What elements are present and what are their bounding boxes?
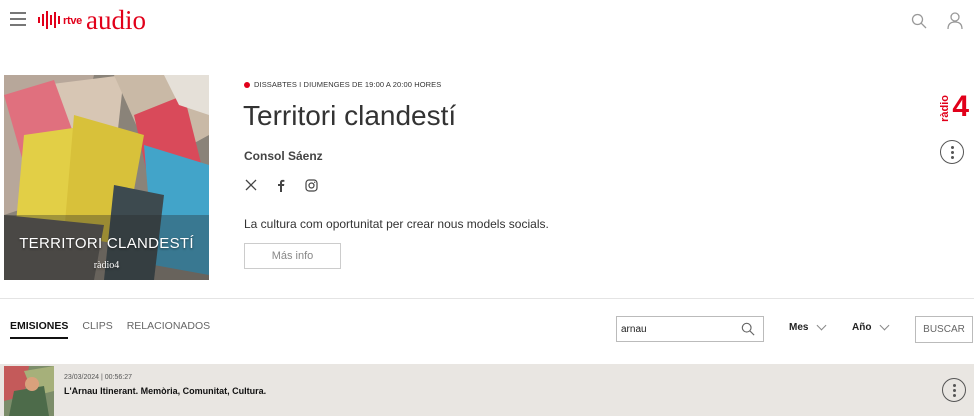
chevron-down-icon <box>880 320 890 331</box>
logo-audio-text: audio <box>85 4 146 35</box>
content-tabs: EMISIONES CLIPS RELACIONADOS <box>10 320 210 339</box>
month-select[interactable]: Mes <box>789 320 827 333</box>
hamburger-menu-icon[interactable] <box>10 12 26 26</box>
logo-bars-icon <box>38 11 60 29</box>
episode-meta: 23/03/2024 | 00:56:27 <box>64 374 132 381</box>
social-links <box>244 178 318 192</box>
episode-thumbnail <box>4 366 54 416</box>
more-options-icon[interactable] <box>940 140 964 164</box>
instagram-icon[interactable] <box>304 178 318 192</box>
search-icon[interactable] <box>908 10 930 32</box>
top-bar: rtve audio <box>0 0 974 44</box>
user-icon[interactable] <box>944 10 966 32</box>
tab-clips[interactable]: CLIPS <box>82 320 112 339</box>
search-button[interactable]: BUSCAR <box>915 316 973 343</box>
radio4-number: 4 <box>952 90 969 123</box>
x-icon[interactable] <box>244 178 258 192</box>
program-title: Territori clandestí <box>243 100 457 131</box>
tab-emisiones[interactable]: EMISIONES <box>10 320 69 339</box>
episode-title[interactable]: L'Arnau Itinerant. Memòria, Comunitat, C… <box>64 386 266 396</box>
search-icon[interactable] <box>737 318 759 340</box>
program-schedule: DISSABTES I DIUMENGES DE 19:00 A 20:00 H… <box>244 80 441 89</box>
year-select[interactable]: Año <box>852 320 890 333</box>
episode-row[interactable]: 23/03/2024 | 00:56:27 L'Arnau Itinerant.… <box>0 364 974 416</box>
program-cover-image: TERRITORI CLANDESTÍ ràdio4 <box>4 75 209 280</box>
schedule-text: DISSABTES I DIUMENGES DE 19:00 A 20:00 H… <box>254 80 442 89</box>
section-divider <box>0 298 974 299</box>
radio4-word: ràdio <box>939 95 952 122</box>
cover-title: TERRITORI CLANDESTÍ <box>19 235 194 252</box>
rtve-audio-logo[interactable]: rtve audio <box>38 6 146 34</box>
year-select-label: Año <box>852 322 872 333</box>
facebook-icon[interactable] <box>274 178 288 192</box>
episode-search-input[interactable] <box>617 318 737 340</box>
chevron-down-icon <box>817 320 827 331</box>
radio4-logo[interactable]: ràdio 4 <box>939 80 969 123</box>
program-description: La cultura com oportunitat per crear nou… <box>244 217 549 231</box>
episode-search-box <box>616 316 764 342</box>
more-info-button[interactable]: Más info <box>244 243 341 269</box>
live-dot-icon <box>244 81 250 88</box>
tab-relacionados[interactable]: RELACIONADOS <box>127 320 210 339</box>
more-options-icon[interactable] <box>942 378 966 402</box>
program-host[interactable]: Consol Sáenz <box>244 149 323 163</box>
month-select-label: Mes <box>789 322 809 333</box>
logo-rtve-text: rtve <box>63 15 82 27</box>
cover-subtitle: ràdio4 <box>93 260 120 271</box>
